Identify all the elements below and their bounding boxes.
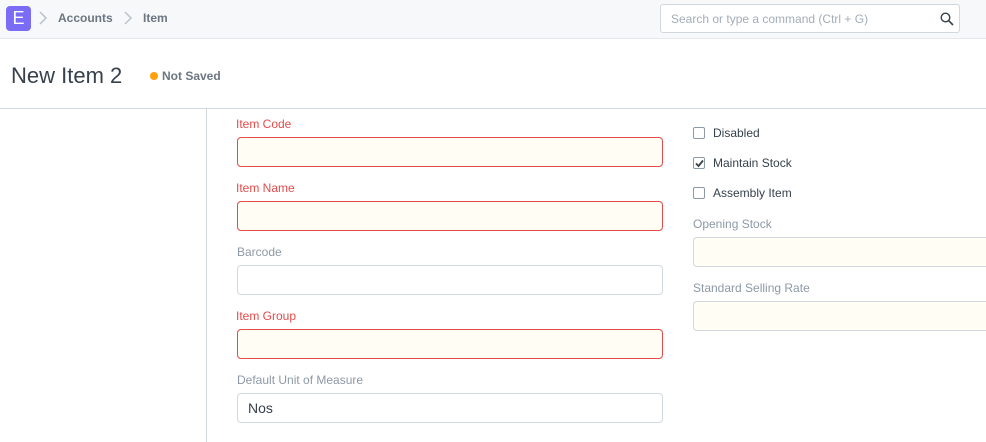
status-indicator-dot xyxy=(150,72,158,80)
item-group-label: Item Group xyxy=(236,309,297,323)
standard-selling-rate-label: Standard Selling Rate xyxy=(693,281,810,295)
item-name-input[interactable] xyxy=(237,201,663,231)
chevron-right-icon xyxy=(38,9,48,27)
search-input[interactable] xyxy=(661,5,931,32)
standard-selling-rate-input[interactable] xyxy=(693,301,986,331)
search-icon[interactable] xyxy=(940,12,954,26)
chevron-right-icon xyxy=(123,9,133,27)
default-uom-label: Default Unit of Measure xyxy=(237,373,364,387)
search-box xyxy=(660,4,960,33)
opening-stock-label: Opening Stock xyxy=(693,217,772,231)
checkmark-icon xyxy=(695,159,704,168)
breadcrumb-accounts[interactable]: Accounts xyxy=(58,11,113,25)
default-uom-input[interactable] xyxy=(237,393,663,423)
app-logo[interactable]: E xyxy=(6,6,31,31)
assembly-item-label: Assembly Item xyxy=(713,186,792,200)
item-group-input[interactable] xyxy=(237,329,663,359)
disabled-checkbox[interactable] xyxy=(693,127,705,139)
assembly-item-checkbox[interactable] xyxy=(693,187,705,199)
sidebar-divider xyxy=(206,109,207,442)
barcode-input[interactable] xyxy=(237,265,663,295)
navbar: E Accounts Item xyxy=(0,0,986,39)
disabled-label: Disabled xyxy=(713,126,760,140)
item-code-input[interactable] xyxy=(237,137,663,167)
breadcrumb-item[interactable]: Item xyxy=(143,11,168,25)
maintain-stock-label: Maintain Stock xyxy=(713,156,792,170)
page-head-divider xyxy=(0,108,986,109)
item-name-label: Item Name xyxy=(236,181,295,195)
item-code-label: Item Code xyxy=(236,117,292,131)
page-title: New Item 2 xyxy=(11,63,123,88)
maintain-stock-checkbox[interactable] xyxy=(693,157,705,169)
status-badge: Not Saved xyxy=(162,69,221,83)
barcode-label: Barcode xyxy=(237,245,282,259)
opening-stock-input[interactable] xyxy=(693,237,986,267)
